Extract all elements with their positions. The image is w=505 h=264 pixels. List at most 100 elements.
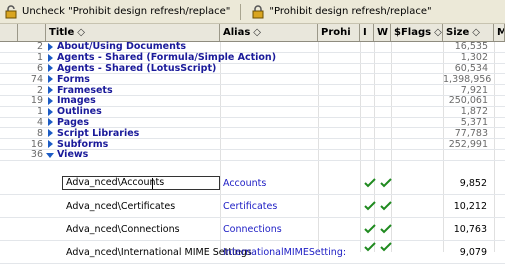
category-row-images[interactable]: 19 Images 250,061 <box>0 95 505 107</box>
category-size: 16,535 <box>454 41 488 53</box>
document-title: Adva_nced\Certificates <box>66 200 176 212</box>
check-prohibit-refresh-label: "Prohibit design refresh/replace" <box>269 6 432 17</box>
alias-link[interactable]: Connections <box>223 224 282 235</box>
uncheck-prohibit-refresh-button[interactable]: Uncheck "Prohibit design refresh/replace… <box>0 2 234 22</box>
category-count: 36 <box>30 149 43 161</box>
sort-icon: ◇ <box>253 27 261 38</box>
document-size: 10,763 <box>453 223 487 235</box>
category-count: 16 <box>30 138 43 150</box>
category-label: Script Libraries <box>57 127 140 139</box>
category-label: Subforms <box>57 138 109 150</box>
document-row[interactable]: Adva_nced\International MIME Settings In… <box>0 241 505 264</box>
category-count: 19 <box>30 95 43 107</box>
category-size: 1,302 <box>460 52 488 64</box>
check-icon <box>364 242 376 252</box>
expand-twisty-icon[interactable] <box>46 42 54 51</box>
column-header-alias[interactable]: Alias ◇ <box>220 24 318 41</box>
column-header-w[interactable]: W <box>374 24 391 41</box>
column-prohibit-label: Prohi <box>321 27 351 38</box>
category-label: Agents - Shared (LotusScript) <box>57 63 217 74</box>
check-icon <box>380 242 392 252</box>
toolbar-divider <box>240 3 242 20</box>
check-icon <box>380 178 392 188</box>
expand-twisty-icon[interactable] <box>46 53 54 62</box>
check-icon <box>380 224 392 234</box>
expand-twisty-icon[interactable] <box>46 75 54 84</box>
expand-twisty-icon[interactable] <box>46 96 54 105</box>
category-row-outlines[interactable]: 1 Outlines 1,872 <box>0 106 505 118</box>
alias-link[interactable]: Accounts <box>223 178 266 189</box>
alias-link[interactable]: Certificates <box>223 201 277 212</box>
category-size: 5,371 <box>460 116 488 128</box>
category-count: 6 <box>36 63 43 74</box>
check-icon <box>364 178 376 188</box>
check-icon <box>364 201 376 211</box>
check-icon <box>380 201 392 211</box>
category-label: Framesets <box>57 84 113 96</box>
column-size-label: Size <box>446 27 470 38</box>
category-label: About/Using Documents <box>57 41 187 53</box>
document-row[interactable]: Adva_nced\Connections Connections 10,763 <box>0 218 505 241</box>
category-size: 60,534 <box>454 62 488 74</box>
sort-icon: ◇ <box>472 27 480 38</box>
category-row-forms[interactable]: 74 Forms 1,398,956 <box>0 73 505 86</box>
category-count: 1 <box>36 106 43 118</box>
category-count: 8 <box>36 127 43 139</box>
check-prohibit-refresh-button[interactable]: "Prohibit design refresh/replace" <box>247 2 435 22</box>
column-header-prohibit[interactable]: Prohi <box>318 24 360 41</box>
expand-twisty-icon[interactable] <box>46 118 54 127</box>
uncheck-prohibit-refresh-label: Uncheck "Prohibit design refresh/replace… <box>22 6 231 17</box>
category-label: Forms <box>57 73 90 85</box>
unlock-icon <box>5 4 17 18</box>
column-title-label: Title <box>49 27 75 38</box>
category-label: Pages <box>57 116 90 128</box>
text-cursor-icon <box>152 178 153 189</box>
title-edit-value: Adva_nced\Accounts <box>66 177 165 188</box>
title-edit-field[interactable]: Adva_nced\Accounts <box>62 176 220 190</box>
expand-twisty-icon[interactable] <box>46 140 54 149</box>
expand-twisty-icon[interactable] <box>46 64 54 73</box>
document-title: Adva_nced\Connections <box>66 223 180 235</box>
category-label: Agents - Shared (Formula/Simple Action) <box>57 52 277 64</box>
column-more-label: M <box>497 27 504 38</box>
column-alias-label: Alias <box>223 27 251 38</box>
check-icon <box>364 224 376 234</box>
category-row-script-libraries[interactable]: 8 Script Libraries 77,783 <box>0 127 505 140</box>
document-size: 9,079 <box>459 246 487 258</box>
category-size: 77,783 <box>454 127 488 139</box>
column-header-blank <box>0 24 18 41</box>
category-row-views[interactable]: 36 Views <box>0 149 505 161</box>
category-count: 2 <box>36 41 43 53</box>
sort-icon: ◇ <box>77 27 85 38</box>
category-label: Views <box>57 149 89 161</box>
column-flags-label: $Flags <box>394 27 432 38</box>
category-size: 250,061 <box>448 95 488 107</box>
category-row-about[interactable]: 2 About/Using Documents 16,535 <box>0 41 505 53</box>
column-header-count <box>18 24 46 41</box>
document-size: 10,212 <box>453 200 487 212</box>
column-header-size[interactable]: Size ◇ <box>443 24 494 41</box>
category-row-pages[interactable]: 4 Pages 5,371 <box>0 116 505 129</box>
collapse-twisty-icon[interactable] <box>46 151 54 159</box>
category-row-framesets[interactable]: 2 Framesets 7,921 <box>0 85 505 96</box>
expand-twisty-icon[interactable] <box>46 86 54 95</box>
alias-link[interactable]: InternationalMIMESetting: <box>223 247 346 258</box>
column-header-row: Title ◇ Alias ◇ Prohi I W $Flags ◇ Size … <box>0 24 505 42</box>
action-bar: Uncheck "Prohibit design refresh/replace… <box>0 0 505 24</box>
category-row-subforms[interactable]: 16 Subforms 252,991 <box>0 139 505 150</box>
column-header-more[interactable]: M <box>494 24 505 41</box>
column-header-title[interactable]: Title ◇ <box>46 24 220 41</box>
column-header-i[interactable]: I <box>360 24 374 41</box>
expand-twisty-icon[interactable] <box>46 107 54 116</box>
category-count: 1 <box>36 52 43 64</box>
category-size: 1,398,956 <box>443 73 492 85</box>
document-row[interactable]: Adva_nced\Certificates Certificates 10,2… <box>0 195 505 218</box>
category-label: Images <box>57 95 96 107</box>
column-header-flags[interactable]: $Flags ◇ <box>391 24 443 41</box>
category-count: 74 <box>30 73 43 85</box>
category-row-agents-lotusscript[interactable]: 6 Agents - Shared (LotusScript) 60,534 <box>0 62 505 75</box>
expand-twisty-icon[interactable] <box>46 129 54 138</box>
sort-icon: ◇ <box>434 27 442 38</box>
document-size: 9,852 <box>459 177 487 189</box>
category-row-agents-formula[interactable]: 1 Agents - Shared (Formula/Simple Action… <box>0 52 505 64</box>
